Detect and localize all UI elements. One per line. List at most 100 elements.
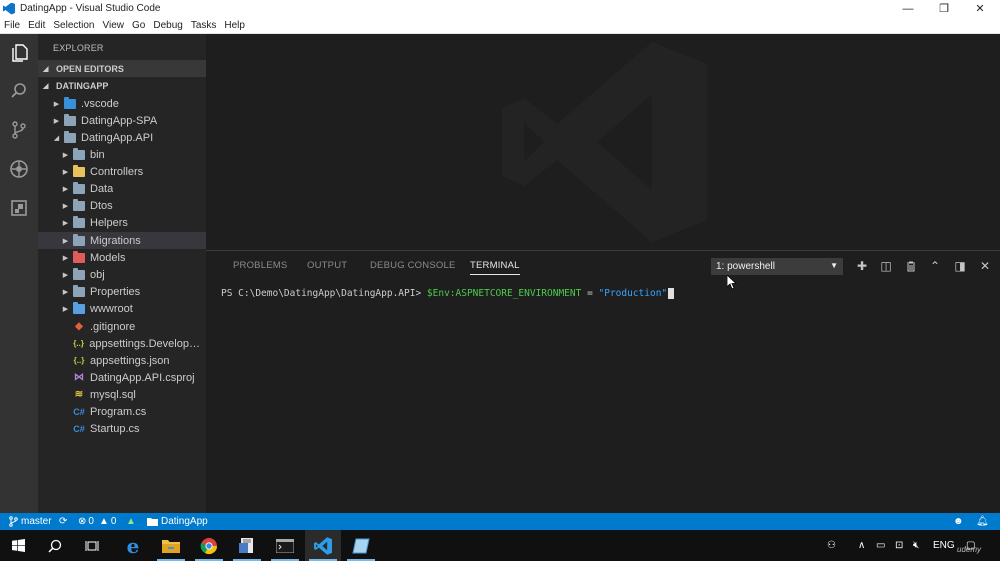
show-hidden-icons-button[interactable]: ∧ — [858, 530, 865, 561]
volume-button[interactable]: 🔇︎ — [913, 530, 919, 561]
tree-item-gitignore[interactable]: ◆ .gitignore — [38, 318, 206, 335]
folder-icon — [73, 147, 85, 160]
file-explorer-button[interactable] — [153, 530, 189, 561]
document-app-button[interactable] — [229, 530, 265, 561]
terminal-line[interactable]: PS C:\Demo\DatingApp\DatingApp.API> $Env… — [221, 288, 675, 299]
terminal-prompt: PS C:\Demo\DatingApp\DatingApp.API> — [221, 288, 427, 299]
task-view-icon — [85, 540, 99, 551]
tree-item-properties[interactable]: ▶ Properties — [38, 283, 206, 300]
tree-item-helpers[interactable]: ▶ Helpers — [38, 214, 206, 231]
tree-item-bin[interactable]: ▶ bin — [38, 146, 206, 163]
expand-arrow-icon: ▶ — [62, 271, 69, 279]
toggle-panel-layout-icon[interactable]: ◨ — [953, 259, 967, 273]
open-editors-section[interactable]: ◢ OPEN EDITORS — [38, 60, 206, 77]
source-control-button[interactable] — [0, 111, 38, 149]
tree-item-vscode[interactable]: ▶ .vscode — [38, 95, 206, 112]
search-taskbar-button[interactable] — [37, 530, 73, 561]
folder-indicator[interactable]: DatingApp — [147, 513, 208, 530]
people-icon: ⚇ — [827, 540, 836, 551]
volume-muted-icon: 🔇︎ — [913, 540, 920, 551]
tree-item-label: Properties — [90, 285, 141, 298]
language-indicator[interactable]: ENG — [933, 530, 955, 561]
files-icon — [12, 44, 28, 62]
tree-item-obj[interactable]: ▶ obj — [38, 266, 206, 283]
tree-item-appsettings-json[interactable]: {..} appsettings.json — [38, 352, 206, 369]
tree-item-wwwroot[interactable]: ▶ wwwroot — [38, 300, 206, 317]
maximize-panel-icon[interactable]: ⌃ — [928, 259, 942, 273]
terminal-app-button[interactable] — [267, 530, 303, 561]
terminal-select[interactable]: 1: powershell ▼ — [711, 258, 843, 275]
tree-item-label: Helpers — [90, 216, 128, 229]
tree-item-migrations[interactable]: ▶ Migrations — [38, 232, 206, 249]
tree-item-label: .vscode — [81, 97, 119, 110]
trash-icon[interactable] — [904, 259, 918, 273]
tree-item-label: appsettings.json — [90, 354, 170, 367]
tree-item-startup-cs[interactable]: C# Startup.cs — [38, 420, 206, 437]
menu-view[interactable]: View — [99, 20, 129, 31]
restore-button[interactable]: ❐ — [926, 0, 962, 17]
tree-item-csproj[interactable]: ⋈ DatingApp.API.csproj — [38, 369, 206, 386]
menu-help[interactable]: Help — [220, 20, 249, 31]
menu-selection[interactable]: Selection — [49, 20, 98, 31]
editor-area[interactable] — [206, 34, 1000, 250]
tree-item-data[interactable]: ▶ Data — [38, 180, 206, 197]
battery-button[interactable]: ▭ — [876, 530, 885, 561]
window-title: DatingApp - Visual Studio Code — [20, 3, 161, 14]
people-button[interactable]: ⚇ — [827, 530, 836, 561]
tab-terminal[interactable]: TERMINAL — [470, 260, 520, 275]
tree-item-label: Dtos — [90, 199, 113, 212]
project-section[interactable]: ◢ DATINGAPP — [38, 77, 206, 94]
tree-item-mysql-sql[interactable]: ≋ mysql.sql — [38, 386, 206, 403]
explorer-button[interactable] — [0, 34, 38, 72]
notes-app-icon — [352, 538, 370, 553]
tree-item-dtos[interactable]: ▶ Dtos — [38, 197, 206, 214]
language-label: ENG — [933, 540, 955, 551]
tree-item-datingapp-api[interactable]: ◢ DatingApp.API — [38, 129, 206, 146]
start-button[interactable] — [0, 530, 36, 561]
tree-item-models[interactable]: ▶ Models — [38, 249, 206, 266]
tree-item-label: Program.cs — [90, 405, 147, 418]
tree-item-label: mysql.sql — [90, 388, 136, 401]
close-window-button[interactable]: ✕ — [962, 0, 998, 17]
menu-file[interactable]: File — [0, 20, 24, 31]
chrome-button[interactable] — [191, 530, 227, 561]
tree-item-appsettings-development[interactable]: {..} appsettings.Developme... — [38, 335, 206, 352]
new-terminal-icon[interactable]: ✚ — [855, 259, 869, 273]
extensions-button[interactable] — [0, 189, 38, 227]
tab-problems[interactable]: PROBLEMS — [233, 260, 287, 271]
debug-icon — [10, 160, 28, 178]
folder-icon — [73, 198, 85, 211]
terminal-variable: $Env:ASPNETCORE_ENVIRONMENT — [426, 288, 582, 299]
search-button[interactable] — [0, 72, 38, 110]
tree-item-program-cs[interactable]: C# Program.cs — [38, 403, 206, 420]
menu-edit[interactable]: Edit — [24, 20, 49, 31]
folder-icon — [73, 267, 85, 280]
tree-item-controllers[interactable]: ▶ Controllers — [38, 163, 206, 180]
bottom-panel: PROBLEMS OUTPUT DEBUG CONSOLE TERMINAL 1… — [206, 250, 1000, 513]
menu-go[interactable]: Go — [128, 20, 149, 31]
problems-indicator[interactable]: ⊗ 0 ▲ 0 — [78, 513, 116, 530]
feedback-button[interactable]: ☻ — [953, 513, 964, 530]
branch-indicator[interactable]: master — [9, 513, 52, 530]
tab-output[interactable]: OUTPUT — [307, 260, 347, 271]
debug-button[interactable] — [0, 150, 38, 188]
menu-tasks[interactable]: Tasks — [187, 20, 221, 31]
notifications-button[interactable]: 🔔︎ — [976, 513, 989, 530]
close-panel-icon[interactable]: ✕ — [978, 259, 992, 273]
vscode-taskbar-button[interactable] — [305, 530, 341, 561]
sql-file-icon: ≋ — [74, 389, 84, 400]
network-button[interactable]: ⊡ — [895, 530, 903, 561]
branch-name: master — [21, 516, 52, 527]
task-view-button[interactable] — [74, 530, 110, 561]
tab-debug-console[interactable]: DEBUG CONSOLE — [370, 260, 455, 271]
edge-browser-button[interactable]: e — [115, 530, 151, 561]
split-terminal-icon[interactable]: ◫ — [879, 259, 893, 273]
tree-item-datingapp-spa[interactable]: ▶ DatingApp-SPA — [38, 112, 206, 129]
minimize-button[interactable]: — — [890, 0, 926, 17]
folder-icon — [73, 284, 85, 297]
notes-app-button[interactable] — [343, 530, 379, 561]
sync-button[interactable]: ⟳ — [59, 513, 67, 530]
run-indicator[interactable]: ▲ — [126, 513, 136, 530]
menu-debug[interactable]: Debug — [149, 20, 186, 31]
tree-item-label: DatingApp.API — [81, 131, 154, 144]
